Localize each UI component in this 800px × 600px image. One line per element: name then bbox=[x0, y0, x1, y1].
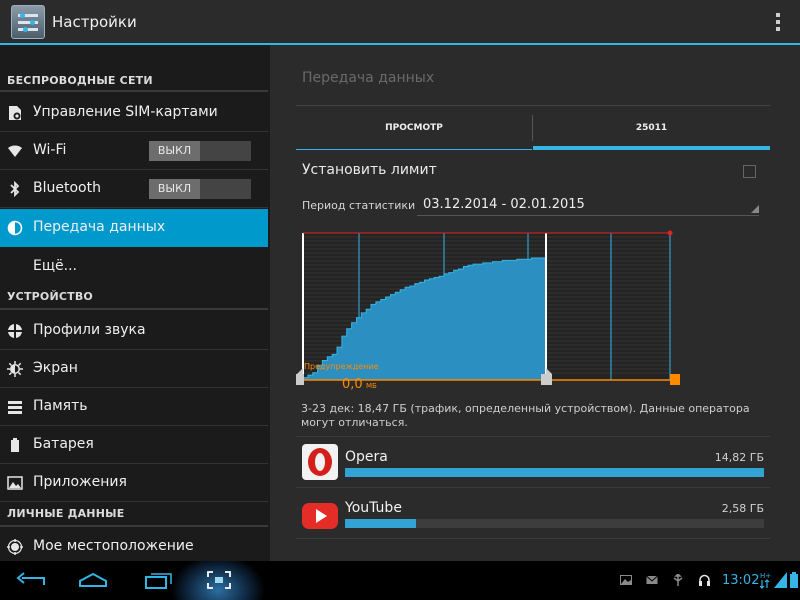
sim-settings-icon bbox=[9, 106, 21, 120]
app-usage-row-opera[interactable]: Opera 14,82 ГБ bbox=[296, 436, 770, 487]
battery-icon bbox=[11, 438, 19, 452]
sidebar-item-bluetooth[interactable]: Bluetooth ВЫКЛ bbox=[0, 170, 268, 208]
usage-summary: 3-23 дек: 18,47 ГБ (трафик, определенный… bbox=[301, 402, 750, 429]
app-size: 2,58 ГБ bbox=[721, 502, 764, 515]
battery-status-icon bbox=[790, 572, 798, 588]
range-end-handle bbox=[541, 374, 552, 385]
network-type-icon: H+ bbox=[760, 572, 771, 589]
sidebar-item-storage[interactable]: Память bbox=[0, 388, 268, 426]
location-icon bbox=[7, 539, 23, 555]
navigation-bar: 13:02 H+ bbox=[0, 561, 800, 600]
back-icon[interactable] bbox=[14, 569, 48, 591]
data-usage-icon bbox=[7, 220, 23, 236]
sidebar-item-apps[interactable]: Приложения bbox=[0, 464, 268, 502]
recent-apps-icon[interactable] bbox=[142, 569, 176, 591]
app-usage-bar bbox=[345, 519, 764, 528]
sidebar-item-sim[interactable]: Управление SIM-картами bbox=[0, 94, 268, 132]
sidebar-item-sound-profiles[interactable]: Профили звука bbox=[0, 312, 268, 350]
youtube-icon bbox=[302, 503, 338, 529]
warning-unit: МБ bbox=[366, 382, 377, 390]
warning-handle bbox=[670, 374, 680, 385]
screenshot-icon[interactable] bbox=[202, 569, 236, 591]
apps-icon bbox=[7, 476, 23, 490]
headphones-icon bbox=[699, 574, 710, 586]
set-limit-label: Установить лимит bbox=[302, 162, 437, 178]
mail-notification-icon bbox=[646, 575, 658, 584]
status-clock: 13:02 bbox=[722, 573, 760, 588]
data-usage-panel: Передача данных ПРОСМОТР 25011 Установит… bbox=[270, 45, 800, 561]
section-header-wireless: БЕСПРОВОДНЫЕ СЕТИ bbox=[0, 70, 268, 92]
tab-sim-25011[interactable]: 25011 bbox=[533, 106, 770, 150]
sidebar-item-data-usage[interactable]: Передача данных bbox=[0, 209, 268, 247]
sidebar-item-location[interactable]: Мое местоположение bbox=[0, 528, 268, 561]
bluetooth-toggle[interactable]: ВЫКЛ bbox=[149, 179, 251, 199]
sidebar-item-battery[interactable]: Батарея bbox=[0, 426, 268, 464]
limit-handle bbox=[667, 230, 673, 236]
gallery-notification-icon bbox=[620, 575, 632, 585]
settings-sidebar: БЕСПРОВОДНЫЕ СЕТИ Управление SIM-картами… bbox=[0, 45, 268, 561]
tab-overview[interactable]: ПРОСМОТР bbox=[296, 106, 532, 150]
action-bar: Настройки bbox=[0, 0, 800, 45]
opera-icon bbox=[302, 444, 338, 480]
app-title: Настройки bbox=[52, 13, 137, 31]
app-usage-row-youtube[interactable]: YouTube 2,58 ГБ bbox=[296, 487, 770, 538]
app-usage-bar bbox=[345, 468, 764, 477]
sidebar-item-wifi[interactable]: Wi-Fi ВЫКЛ bbox=[0, 132, 268, 170]
section-header-personal: ЛИЧНЫЕ ДАННЫЕ bbox=[0, 503, 268, 527]
range-start-handle-tip bbox=[297, 368, 303, 374]
sidebar-item-more[interactable]: Ещё... bbox=[0, 248, 268, 286]
app-name: Opera bbox=[345, 449, 388, 465]
period-label: Период статистики bbox=[302, 199, 416, 212]
section-header-device: УСТРОЙСТВО bbox=[0, 286, 268, 310]
home-icon[interactable] bbox=[76, 569, 110, 591]
warning-label: Предупреждение bbox=[304, 362, 379, 371]
sound-profile-icon bbox=[8, 324, 22, 338]
wifi-icon bbox=[8, 145, 22, 157]
bluetooth-icon bbox=[10, 181, 20, 197]
sidebar-item-display[interactable]: Экран bbox=[0, 350, 268, 388]
period-value: 03.12.2014 - 02.01.2015 bbox=[423, 197, 585, 212]
display-icon bbox=[7, 361, 23, 377]
usb-notification-icon bbox=[673, 574, 683, 586]
range-start-handle bbox=[296, 374, 304, 385]
settings-app-icon[interactable] bbox=[11, 5, 45, 39]
wifi-toggle[interactable]: ВЫКЛ bbox=[149, 141, 251, 161]
svg-text:H+: H+ bbox=[760, 572, 771, 580]
set-limit-checkbox[interactable] bbox=[743, 165, 756, 178]
storage-icon bbox=[8, 401, 22, 414]
overflow-menu-icon[interactable] bbox=[776, 13, 780, 31]
data-usage-chart: Предупреждение 0,0 МБ bbox=[296, 230, 680, 392]
page-title: Передача данных bbox=[302, 70, 435, 86]
app-size: 14,82 ГБ bbox=[714, 451, 764, 464]
warning-value: 0,0 bbox=[342, 377, 363, 392]
period-select[interactable]: 03.12.2014 - 02.01.2015 bbox=[417, 193, 759, 216]
app-name: YouTube bbox=[345, 500, 402, 516]
divider bbox=[296, 538, 770, 539]
signal-icon bbox=[774, 572, 787, 588]
dropdown-arrow-icon bbox=[751, 205, 759, 213]
